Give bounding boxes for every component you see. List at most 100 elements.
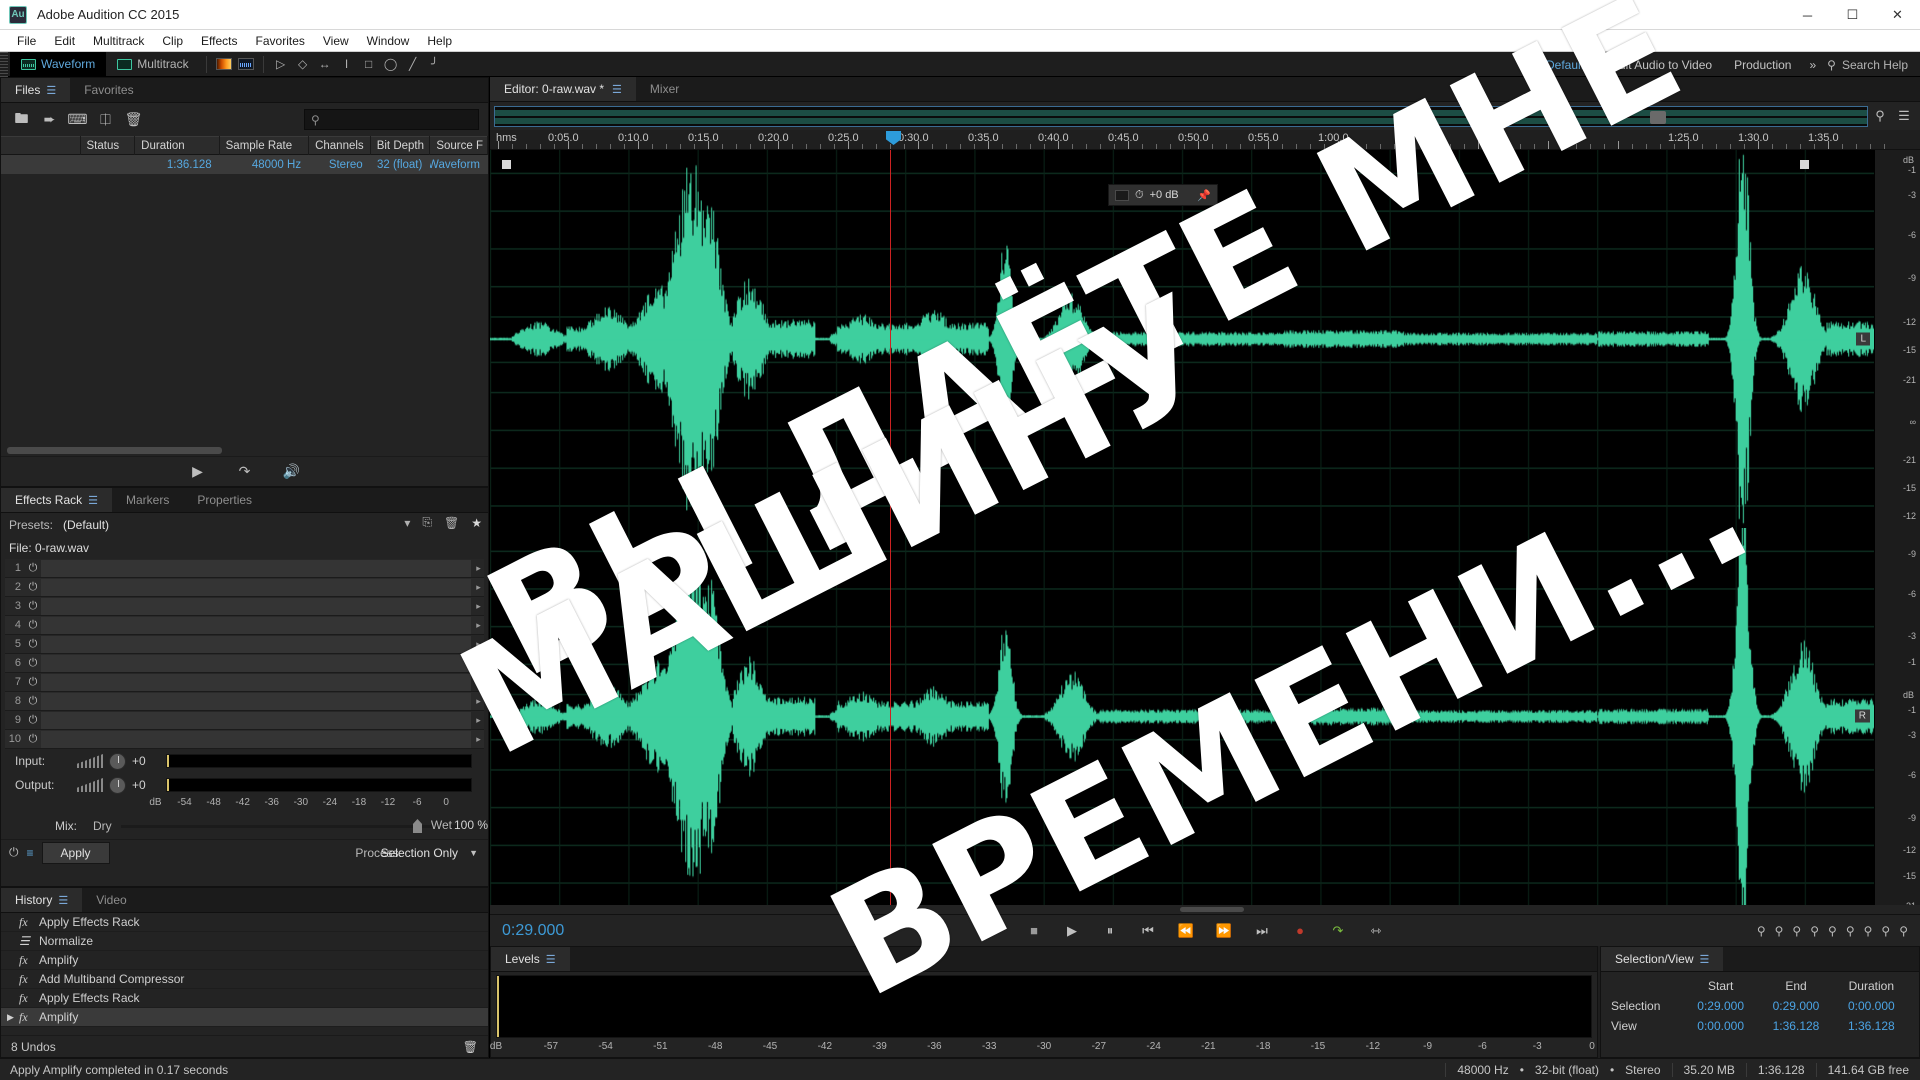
status-sample-rate[interactable]: 48000 Hz [1445, 1062, 1519, 1077]
chevron-right-icon[interactable]: ▸ [473, 696, 484, 707]
tab-markers[interactable]: Markers [112, 488, 183, 512]
effect-slot[interactable]: 5 ⏻ ▸ [5, 635, 484, 654]
waveform-hud[interactable]: ⏱ +0 dB 📌 [1108, 184, 1218, 206]
waveform-horizontal-scrollbar[interactable] [490, 905, 1920, 914]
lasso-selection-tool-icon[interactable]: ◯ [380, 54, 402, 74]
chevron-down-icon[interactable]: ▼ [469, 848, 478, 858]
status-file-size[interactable]: 35.20 MB [1671, 1062, 1746, 1077]
close-button[interactable]: ✕ [1875, 0, 1920, 30]
channel-label-right[interactable]: R [1854, 709, 1870, 723]
column-header-bit-depth[interactable]: Bit Depth [371, 136, 431, 155]
sv-view-start[interactable]: 0:00.000 [1683, 1016, 1758, 1036]
column-header-duration[interactable]: Duration [135, 136, 220, 155]
status-free-space[interactable]: 141.64 GB free [1815, 1062, 1920, 1077]
meter-icon[interactable] [1115, 189, 1129, 201]
time-selection-tool-icon[interactable]: I [336, 54, 358, 74]
waveform-channel-left[interactable]: L [490, 150, 1874, 528]
delete-icon[interactable]: 🗑 [122, 109, 145, 131]
tab-files[interactable]: Files ☰ [1, 78, 71, 102]
marquee-selection-tool-icon[interactable]: □ [358, 54, 380, 74]
power-icon[interactable]: ⏻ [25, 562, 41, 575]
skip-end-icon[interactable]: ⏭ [1253, 922, 1271, 940]
presets-value[interactable]: (Default) [63, 518, 109, 532]
zoom-out-time-icon[interactable]: ⚲ [1810, 924, 1819, 938]
status-channels[interactable]: Stereo [1614, 1063, 1671, 1077]
play-icon[interactable]: ▶ [1063, 922, 1081, 940]
menu-clip[interactable]: Clip [153, 32, 192, 50]
power-icon[interactable]: ⏻ [25, 581, 41, 594]
column-header-sample-rate[interactable]: Sample Rate [220, 136, 310, 155]
skip-start-icon[interactable]: ⏮ [1139, 922, 1157, 940]
slip-tool-icon[interactable]: ◇ [292, 54, 314, 74]
power-icon[interactable]: ⏻ [25, 619, 41, 632]
zoom-out-full-icon[interactable]: ⚲ [1828, 924, 1837, 938]
channel-label-left[interactable]: L [1856, 332, 1870, 346]
tab-favorites[interactable]: Favorites [70, 78, 147, 102]
spectral-frequency-icon[interactable] [213, 54, 235, 74]
selection-view-menu-icon[interactable]: ☰ [1700, 953, 1710, 966]
sv-selection-duration[interactable]: 0:00.000 [1834, 996, 1909, 1016]
power-icon[interactable]: ⏻ [25, 733, 41, 746]
sv-selection-start[interactable]: 0:29.000 [1683, 996, 1758, 1016]
rewind-icon[interactable]: ⏪ [1177, 922, 1195, 940]
process-value[interactable]: Selection Only [381, 846, 458, 860]
waveform-display[interactable]: L R dB -1 -3 -6 -9 -12 -15 -21 ∞ -21 -15 -12 -9 -6 -3-… [490, 150, 1920, 905]
files-search-input[interactable]: ⚲ [304, 109, 479, 130]
chevron-right-icon[interactable]: ▸ [473, 563, 484, 574]
search-help-box[interactable]: ⚲ Search Help [1823, 58, 1920, 72]
tab-properties[interactable]: Properties [183, 488, 266, 512]
tab-selection-view[interactable]: Selection/View ☰ [1601, 947, 1724, 971]
effect-slot[interactable]: 8 ⏻ ▸ [5, 692, 484, 711]
files-panel-menu-icon[interactable]: ☰ [46, 84, 56, 97]
menu-view[interactable]: View [314, 32, 358, 50]
menu-favorites[interactable]: Favorites [247, 32, 314, 50]
list-item[interactable]: fx Apply Effects Rack [1, 989, 488, 1008]
levels-meter[interactable] [496, 975, 1592, 1038]
menu-effects[interactable]: Effects [192, 32, 246, 50]
navigator-handle[interactable] [1650, 110, 1666, 124]
list-item[interactable]: ☰ Normalize [1, 932, 488, 951]
list-item[interactable]: fx Amplify [1, 951, 488, 970]
column-header-name[interactable] [1, 136, 81, 155]
chevron-right-icon[interactable]: ▸ [473, 734, 484, 745]
save-preset-icon[interactable]: ⎘ [422, 515, 432, 530]
open-folder-icon[interactable]: 🖿 [10, 109, 33, 131]
power-icon[interactable]: ⏻ [25, 714, 41, 727]
tab-history[interactable]: History ☰ [1, 888, 83, 912]
tab-waveform[interactable]: Waveform [10, 51, 107, 77]
minimize-button[interactable]: ─ [1785, 0, 1830, 30]
zoom-nav-icon[interactable]: ⚲ [1868, 105, 1892, 127]
column-header-source[interactable]: Source F [430, 136, 488, 155]
files-list-body[interactable] [1, 174, 488, 445]
menu-help[interactable]: Help [418, 32, 461, 50]
tab-multitrack[interactable]: Multitrack [106, 52, 199, 77]
timecode-display[interactable]: 0:29.000 [502, 922, 564, 940]
chevron-right-icon[interactable]: ▸ [473, 582, 484, 593]
workspace-edit-audio-to-video[interactable]: Edit Audio to Video [1600, 58, 1723, 72]
column-header-status[interactable]: Status [81, 136, 136, 155]
effect-slot[interactable]: 2 ⏻ ▸ [5, 578, 484, 597]
move-tool-icon[interactable]: ▷ [270, 54, 292, 74]
menu-multitrack[interactable]: Multitrack [84, 32, 153, 50]
status-duration[interactable]: 1:36.128 [1745, 1062, 1816, 1077]
zoom-in-time-icon[interactable]: ⚲ [1792, 924, 1801, 938]
power-icon[interactable]: ⏻ [25, 657, 41, 670]
output-gain-value[interactable]: +0 [132, 778, 166, 792]
sv-view-end[interactable]: 1:36.128 [1758, 1016, 1833, 1036]
list-icon[interactable]: ≡ [27, 846, 34, 860]
zoom-full-icon[interactable]: ⚲ [1899, 924, 1908, 938]
tab-effects-rack[interactable]: Effects Rack ☰ [1, 488, 113, 512]
status-bit-depth[interactable]: 32-bit (float) [1524, 1063, 1610, 1077]
apply-button[interactable]: Apply [41, 841, 110, 864]
pause-icon[interactable]: ⏸ [1101, 922, 1119, 940]
column-header-channels[interactable]: Channels [309, 136, 371, 155]
volume-icon[interactable]: 🔊 [280, 461, 303, 483]
effect-slot[interactable]: 7 ⏻ ▸ [5, 673, 484, 692]
list-item[interactable]: ▶ fx Amplify [1, 1008, 488, 1027]
waveform-channel-right[interactable]: R [490, 527, 1874, 905]
new-file-icon[interactable]: ⌨ [66, 109, 89, 131]
razor-tool-icon[interactable]: ↔ [314, 54, 336, 74]
workspace-menu-icon[interactable]: ☰ [1590, 58, 1600, 71]
effect-slot[interactable]: 3 ⏻ ▸ [5, 597, 484, 616]
power-icon[interactable]: ⏻ [25, 600, 41, 613]
